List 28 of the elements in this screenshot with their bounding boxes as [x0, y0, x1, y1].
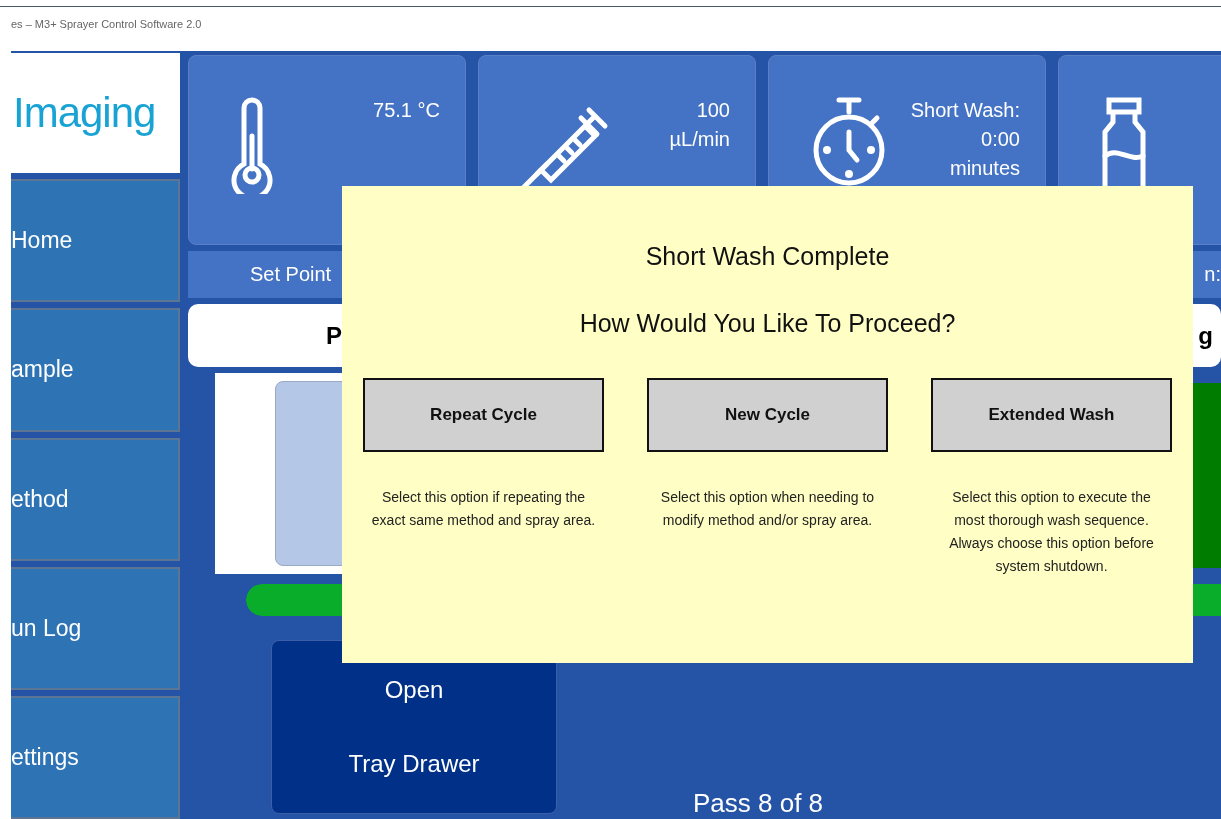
option-button[interactable]: Extended Wash [931, 378, 1172, 452]
status-text: Set Point [250, 263, 332, 287]
option-button[interactable]: Repeat Cycle [363, 378, 604, 452]
logo-text: Imaging [13, 89, 156, 138]
header-text: P [326, 321, 342, 350]
thermometer-icon [229, 96, 275, 194]
tile-value: µL/min [669, 127, 730, 152]
tile-value: Short Wash: [910, 98, 1020, 123]
sidebar-item[interactable]: un Log [11, 566, 180, 690]
window-title: es – M3+ Sprayer Control Software 2.0 [11, 18, 202, 30]
tile-value: minutes [949, 156, 1020, 181]
pass-counter: Pass 8 of 8 [693, 788, 824, 819]
tray-drawer-button[interactable]: Open Tray Drawer [271, 640, 557, 814]
option-description: Select this option to execute the most thorough wash sequence. Always choose this option before system shutdown. [948, 488, 1155, 576]
dialog-question: How Would You Like To Proceed? [579, 309, 956, 338]
tile-value: 0:00 [981, 127, 1020, 152]
option-description: Select this option if repeating the exact same method and spray area. [370, 488, 597, 530]
option-button[interactable]: New Cycle [647, 378, 888, 452]
sidebar-item[interactable]: Home [11, 179, 180, 303]
tile-value: 75.1 °C [373, 98, 440, 123]
status-text: n: [1204, 263, 1221, 287]
sidebar-item[interactable]: ethod [11, 437, 180, 561]
tile-value: 100 [696, 98, 730, 123]
dialog-title: Short Wash Complete [645, 242, 890, 271]
header-text: g [1198, 321, 1213, 350]
sidebar-item[interactable]: ettings [11, 695, 180, 819]
option-description: Select this option when needing to modify method and/or spray area. [659, 488, 876, 530]
sidebar-item[interactable]: ample [11, 308, 180, 432]
